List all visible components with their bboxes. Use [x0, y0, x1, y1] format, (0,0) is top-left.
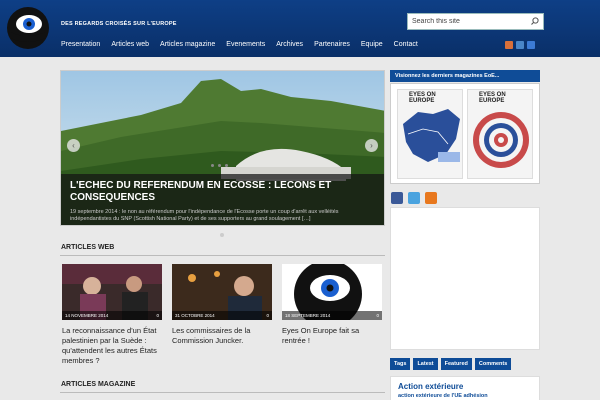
section-title-articles-magazine: ARTICLES MAGAZINE — [61, 381, 136, 388]
featured-slider[interactable]: ‹ › L'ECHEC DU REFERENDUM EN ECOSSE : LE… — [60, 70, 385, 226]
nav-articles-web[interactable]: Articles web — [111, 41, 149, 53]
slide-title[interactable]: L'ECHEC DU REFERENDUM EN ECOSSE : LECONS… — [70, 180, 377, 204]
tag-link[interactable]: action extérieure de l'UE adhésion — [398, 393, 532, 399]
article-title[interactable]: Eyes On Europe fait sa rentrée ! — [282, 326, 382, 346]
rss-icon[interactable] — [505, 41, 513, 49]
article-card[interactable]: 14 NOVEMBRE 2014 0 La reconnaissance d'u… — [62, 264, 162, 366]
tag-link[interactable]: Action extérieure — [398, 382, 532, 391]
search-box — [407, 13, 544, 30]
section-divider — [60, 392, 385, 393]
article-card[interactable]: 18 SEPTEMBRE 2014 0 Eyes On Europe fait … — [282, 264, 382, 346]
article-comment-count[interactable]: 0 — [156, 313, 159, 318]
article-comment-count[interactable]: 0 — [376, 313, 379, 318]
nav-articles-magazine[interactable]: Articles magazine — [160, 41, 215, 53]
sidebar-widget — [390, 207, 540, 350]
twitter-icon[interactable] — [408, 192, 420, 204]
header-social-links — [505, 41, 535, 49]
slider-prev-arrow-icon[interactable]: ‹ — [67, 139, 80, 152]
slider-dot[interactable] — [218, 164, 221, 167]
article-thumbnail[interactable]: 31 OCTOBRE 2014 0 — [172, 264, 272, 320]
article-date: 18 SEPTEMBRE 2014 — [285, 313, 331, 318]
europe-map-icon — [398, 104, 462, 174]
tag-cloud: Action extérieure action extérieure de l… — [390, 376, 540, 400]
slider-dot[interactable] — [211, 164, 214, 167]
article-meta-bar: 31 OCTOBRE 2014 0 — [172, 311, 272, 320]
slider-dots — [211, 164, 228, 167]
article-thumbnail[interactable]: 18 SEPTEMBRE 2014 0 — [282, 264, 382, 320]
magazine-cover[interactable]: EYES ON EUROPE — [397, 89, 463, 179]
spiral-graphic-icon — [468, 104, 532, 174]
sidebar-tabs: Tags Latest Featured Comments — [390, 358, 512, 370]
article-card[interactable]: 31 OCTOBRE 2014 0 Les commissaires de la… — [172, 264, 272, 346]
rss-icon[interactable] — [425, 192, 437, 204]
facebook-icon[interactable] — [527, 41, 535, 49]
eye-logo-icon[interactable] — [6, 2, 50, 52]
article-date: 14 NOVEMBRE 2014 — [65, 313, 109, 318]
sidebar-magazines-title: Visionnez les derniers magazines EoE... — [390, 70, 540, 82]
article-meta-bar: 14 NOVEMBRE 2014 0 — [62, 311, 162, 320]
slider-next-arrow-icon[interactable]: › — [365, 139, 378, 152]
nav-evenements[interactable]: Evenements — [226, 41, 265, 53]
main-nav: Presentation Articles web Articles magaz… — [61, 41, 418, 53]
article-date: 31 OCTOBRE 2014 — [175, 313, 215, 318]
nav-archives[interactable]: Archives — [276, 41, 303, 53]
nav-presentation[interactable]: Presentation — [61, 41, 100, 53]
slide-excerpt: 19 septembre 2014 : le non au référendum… — [70, 209, 339, 222]
article-title[interactable]: La reconnaissance d'un État palestinien … — [62, 326, 162, 366]
sidebar-social-links — [391, 192, 437, 204]
search-input[interactable] — [408, 14, 526, 29]
facebook-icon[interactable] — [391, 192, 403, 204]
tab-comments[interactable]: Comments — [474, 358, 512, 370]
tab-latest[interactable]: Latest — [413, 358, 438, 370]
magazine-cover[interactable]: EYES ON EUROPE — [467, 89, 533, 179]
site-header: DES REGARDS CROISÉS SUR L'EUROPE Present… — [0, 0, 600, 57]
section-divider — [60, 255, 385, 256]
nav-equipe[interactable]: Equipe — [361, 41, 383, 53]
slider-dot[interactable] — [225, 164, 228, 167]
article-meta-bar: 18 SEPTEMBRE 2014 0 — [282, 311, 382, 320]
article-thumbnail[interactable]: 14 NOVEMBRE 2014 0 — [62, 264, 162, 320]
magazine-brand: EYES ON EUROPE — [479, 92, 506, 104]
nav-contact[interactable]: Contact — [394, 41, 418, 53]
slide-caption: L'ECHEC DU REFERENDUM EN ECOSSE : LECONS… — [61, 174, 384, 225]
twitter-icon[interactable] — [516, 41, 524, 49]
slider-pager-dot[interactable] — [220, 233, 224, 237]
nav-partenaires[interactable]: Partenaires — [314, 41, 350, 53]
tab-featured[interactable]: Featured — [440, 358, 472, 370]
article-title[interactable]: Les commissaires de la Commission Juncke… — [172, 326, 272, 346]
article-comment-count[interactable]: 0 — [266, 313, 269, 318]
tab-tags[interactable]: Tags — [390, 358, 411, 370]
magazine-brand: EYES ON EUROPE — [409, 92, 436, 104]
magazine-covers: EYES ON EUROPE EYES ON EUROPE — [390, 83, 540, 184]
section-title-articles-web: ARTICLES WEB — [61, 244, 115, 251]
site-tagline: DES REGARDS CROISÉS SUR L'EUROPE — [61, 21, 177, 27]
search-icon[interactable] — [529, 16, 540, 27]
